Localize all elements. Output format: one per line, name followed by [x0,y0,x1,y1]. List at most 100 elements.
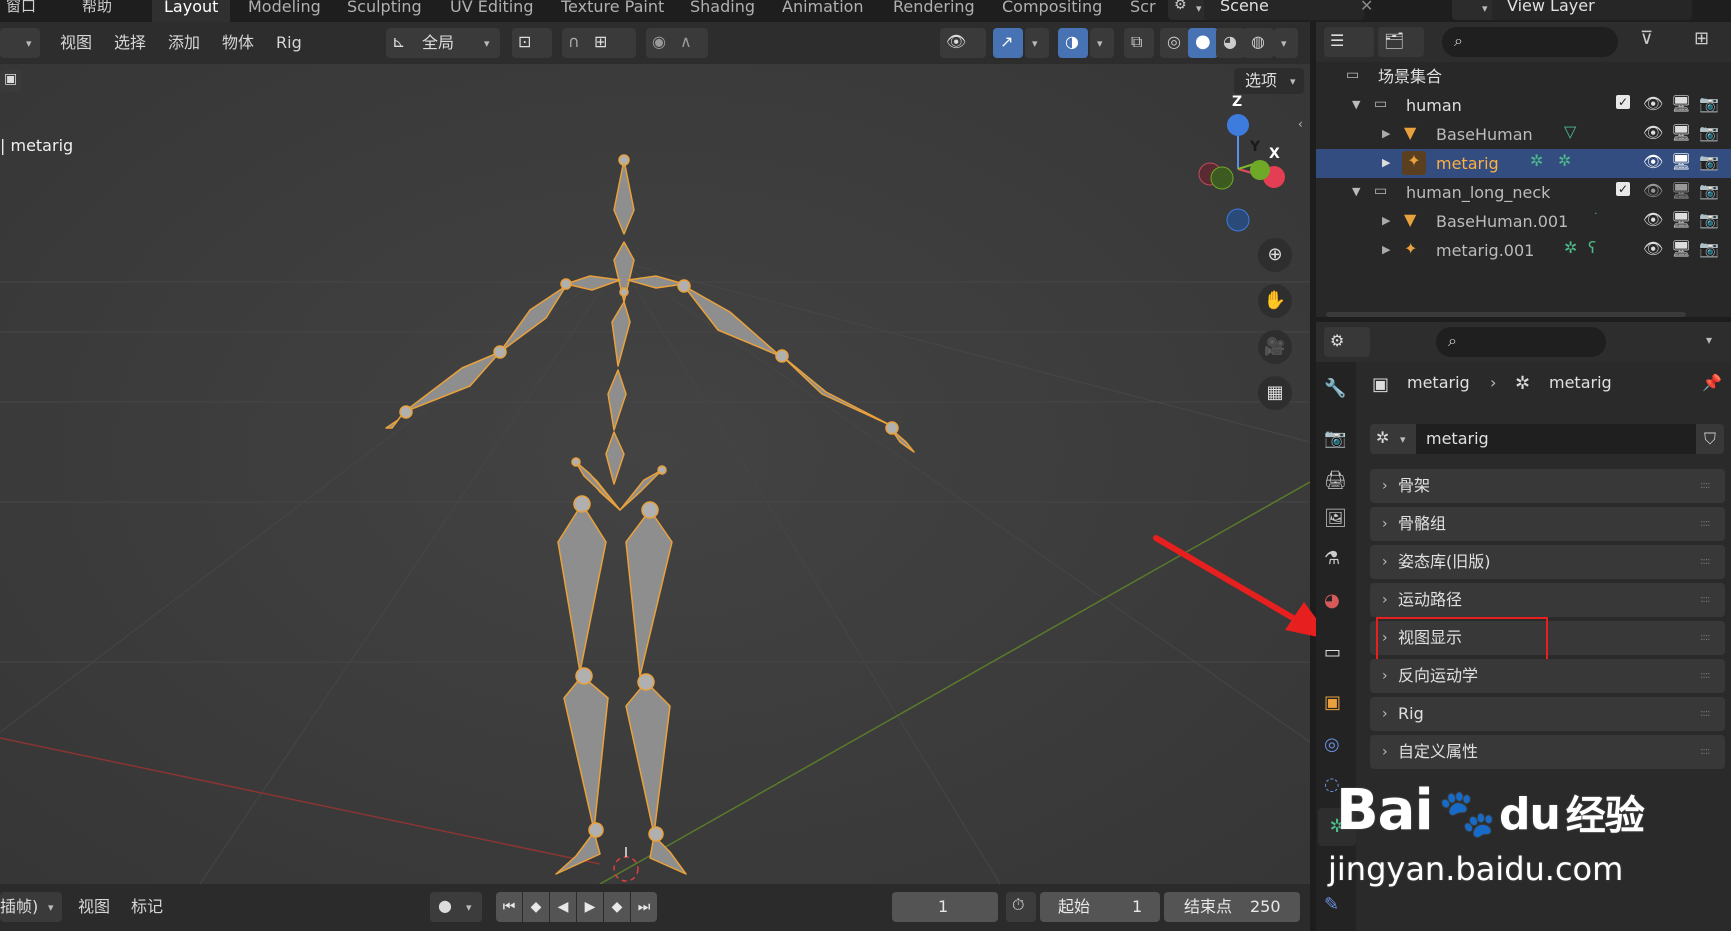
jump-end-icon[interactable]: ⏭ [631,892,657,922]
tab-layout[interactable]: Layout [152,0,231,22]
tab-shading[interactable]: Shading [678,0,767,22]
new-collection-icon[interactable]: ⊞ [1694,28,1709,49]
world-tab-icon[interactable]: ◕ [1324,590,1340,611]
scene-tab-icon[interactable]: ⚗ [1324,548,1340,569]
drag-grip-icon[interactable]: :::: [1700,735,1711,769]
collection-tab-icon[interactable]: ▭ [1324,642,1341,663]
expand-arrow-icon[interactable]: ▼ [1352,185,1360,198]
camera-icon[interactable]: 📷 [1699,152,1719,171]
camera-icon[interactable]: 📷 [1699,94,1719,113]
menu-select[interactable]: 选择 [114,30,146,56]
monitor-icon[interactable]: 🖥 [1671,152,1691,171]
object-tab-icon[interactable]: ▣ [1324,692,1341,713]
camera-icon[interactable]: 📷 [1699,181,1719,200]
shading-wireframe[interactable]: ◎ [1160,28,1190,58]
menu-rig[interactable]: Rig [276,30,302,56]
options-dropdown[interactable]: 选项 ▾ [1234,68,1304,94]
drag-grip-icon[interactable]: :::: [1700,469,1711,503]
drag-grip-icon[interactable]: :::: [1700,621,1711,655]
constraints-tab-icon[interactable]: ◎ [1324,734,1340,755]
play-icon[interactable]: ▶ [577,892,603,922]
expand-arrow-icon[interactable]: ▼ [1352,98,1360,111]
menu-object[interactable]: 物体 [222,30,254,56]
chevron-down-icon[interactable]: ▾ [1706,333,1712,347]
prev-keyframe-icon[interactable]: ◆ [523,892,549,922]
camera-icon[interactable]: 📷 [1699,239,1719,258]
shading-solid[interactable]: ● [1188,28,1218,58]
zoom-icon[interactable]: ⊕ [1258,238,1292,272]
eye-icon[interactable]: 👁 [1643,123,1663,142]
camera-icon[interactable]: 📷 [1699,210,1719,229]
proportional-editing[interactable]: ◉ ∧ [646,28,708,58]
camera-icon[interactable]: 🎥 [1258,330,1292,364]
display-mode-dropdown[interactable]: 🗂 [1378,27,1424,57]
auto-keying-toggle[interactable]: ● ▾ [430,892,482,922]
shading-options-dropdown[interactable]: ▾ [1274,28,1298,58]
3d-viewport[interactable]: Z Y X ⊕ ✋ 🎥 ▦ | metarig ‹ [0,22,1310,884]
menu-help[interactable]: 帮助 [82,0,112,18]
outliner-row-metarig-001[interactable]: ▶ ✦ metarig.001 ✲ ʕ 👁 🖥 📷 [1316,236,1731,265]
tab-uv-editing[interactable]: UV Editing [438,0,545,22]
eye-icon[interactable]: 👁 [1643,239,1663,258]
shading-rendered[interactable]: ◍ [1244,28,1274,58]
end-frame-field[interactable]: 结束点 250 [1164,892,1300,922]
overlays-options-dropdown[interactable]: ▾ [1090,28,1114,58]
gizmo-options-dropdown[interactable]: ▾ [1025,28,1049,58]
bone-tab-icon[interactable]: ✎ [1324,894,1339,915]
keying-dropdown[interactable]: 插帧) ▾ [0,892,62,922]
jump-start-icon[interactable]: ⏮ [496,892,522,922]
select-box-tool[interactable]: ▣ [0,70,22,92]
perspective-grid-icon[interactable]: ▦ [1258,376,1292,410]
output-tab-icon[interactable]: 🖨 [1324,470,1347,491]
outliner-scrollbar[interactable] [1326,312,1686,317]
eye-icon[interactable]: 👁 [1643,181,1663,200]
camera-icon[interactable]: 📷 [1699,123,1719,142]
eye-icon[interactable]: 👁 [1643,152,1663,171]
visibility-dropdown[interactable]: 👁 [940,28,986,58]
timeline-menu-marker[interactable]: 标记 [131,893,163,921]
view-layer-tab-icon[interactable]: 🖼 [1324,508,1347,529]
outliner-row-basehuman[interactable]: ▶ ▼ BaseHuman ▽ 👁 🖥 📷 [1316,120,1731,149]
pan-hand-icon[interactable]: ✋ [1258,284,1292,318]
drag-grip-icon[interactable]: :::: [1700,545,1711,579]
outliner-row-human[interactable]: ▼ ▭ human ✓ 👁 🖥 📷 [1316,91,1731,120]
snapping-dropdown[interactable]: ∩ ⊞ [562,28,636,58]
eye-icon[interactable]: 👁 [1643,210,1663,229]
next-keyframe-icon[interactable]: ◆ [604,892,630,922]
pin-icon[interactable]: 📌 [1702,373,1722,392]
expand-arrow-icon[interactable]: ▶ [1382,127,1390,140]
monitor-icon[interactable]: 🖥 [1671,181,1691,200]
checkbox-icon[interactable]: ✓ [1616,182,1630,196]
tab-scripting[interactable]: Scr [1118,0,1168,22]
monitor-icon[interactable]: 🖥 [1671,94,1691,113]
play-reverse-icon[interactable]: ◀ [550,892,576,922]
properties-search-input[interactable]: ⌕ [1436,327,1606,357]
transform-orientation-dropdown[interactable]: ⊾ 全局 ▾ [386,28,500,58]
checkbox-icon[interactable]: ✓ [1616,95,1630,109]
fake-user-shield-icon[interactable]: ⛉ [1696,424,1724,454]
outliner-row-basehuman-001[interactable]: ▶ ▼ BaseHuman.001 ᐧ 👁 🖥 📷 [1316,207,1731,236]
datablock-browse-dropdown[interactable]: ✲ ▾ [1370,424,1416,454]
pin-scene-icon[interactable]: ✕ [1360,0,1373,15]
current-frame-field[interactable]: 1 [892,892,998,922]
filter-icon[interactable]: ⊽ [1640,28,1653,49]
drag-grip-icon[interactable]: :::: [1700,697,1711,731]
show-gizmo-button[interactable]: ↗ [993,28,1023,58]
show-overlays-button[interactable]: ◑ [1058,28,1088,58]
timeline-menu-view[interactable]: 视图 [78,893,110,921]
gizmo-x-label[interactable]: X [1269,146,1280,162]
monitor-icon[interactable]: 🖥 [1671,123,1691,142]
render-tab-icon[interactable]: 📷 [1324,428,1346,449]
outliner-row-human-long-neck[interactable]: ▼ ▭ human_long_neck ✓ 👁 🖥 📷 [1316,178,1731,207]
xray-toggle[interactable]: ⧉ [1124,28,1154,58]
pivot-point-dropdown[interactable]: ⊡ [512,28,552,58]
datablock-name-field[interactable]: metarig [1416,424,1696,454]
tab-texture-paint[interactable]: Texture Paint [549,0,676,22]
expand-arrow-icon[interactable]: ▶ [1382,243,1390,256]
menu-window[interactable]: 窗口 [6,0,36,18]
drag-grip-icon[interactable]: :::: [1700,659,1711,693]
tool-tab-icon[interactable]: 🔧 [1324,378,1346,399]
menu-view[interactable]: 视图 [60,30,92,56]
drag-grip-icon[interactable]: :::: [1700,507,1711,541]
mode-dropdown[interactable]: ▾ [0,28,40,58]
